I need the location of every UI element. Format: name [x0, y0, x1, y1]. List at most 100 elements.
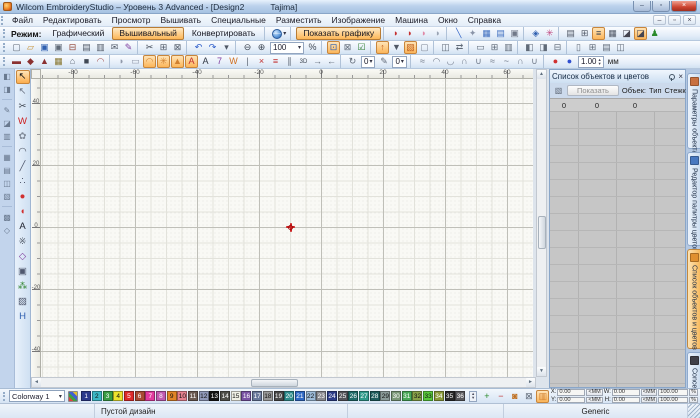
horizontal-scrollbar[interactable]: ◄ ► [31, 377, 536, 388]
petal-hatched-icon[interactable]: ◗ [403, 27, 416, 40]
color-swatch[interactable]: 2 [91, 391, 102, 401]
toolbar-icon[interactable]: ▯ [572, 41, 585, 54]
color-swatch[interactable]: 16 [241, 391, 252, 401]
panel-mode-icon[interactable]: ▧ [553, 85, 564, 96]
cut-icon[interactable]: ✂ [143, 41, 156, 54]
no-fill-icon[interactable]: ⊠ [522, 390, 535, 403]
column-header-object[interactable]: Объек: [622, 86, 646, 95]
toolbar-icon[interactable] [186, 41, 190, 54]
close-button[interactable]: × [671, 1, 697, 12]
color-swatch[interactable]: 28 [369, 391, 380, 401]
toolbar-icon[interactable] [517, 41, 521, 54]
dock-tool-icon[interactable]: ◫ [1, 178, 13, 190]
scroll-right-icon[interactable]: ► [526, 378, 535, 387]
red-dot-icon[interactable]: ● [549, 55, 562, 68]
color-swatch[interactable]: 20 [284, 391, 295, 401]
print-preview-icon[interactable]: ▥ [94, 41, 107, 54]
color-swatch[interactable]: 32 [412, 391, 423, 401]
size-field[interactable]: 0.00 [611, 389, 640, 396]
h-tool-icon[interactable]: H [16, 310, 30, 324]
color-swatch[interactable]: 1 [81, 391, 92, 401]
stitch-type-icon[interactable]: ~ [500, 55, 513, 68]
color-swatch[interactable]: 27 [359, 391, 370, 401]
color-swatch[interactable]: 23 [316, 391, 327, 401]
percent-button[interactable]: % [689, 389, 698, 396]
stitch-type-icon[interactable]: ∩ [514, 55, 527, 68]
dock-tool-icon[interactable]: ◇ [1, 225, 13, 237]
dock-tool-icon[interactable]: ◨ [1, 84, 13, 96]
mm-button[interactable]: <ММ [640, 389, 658, 396]
toolbar-icon[interactable]: ▲ [38, 55, 51, 68]
lines-red-icon[interactable]: ≡ [269, 55, 282, 68]
scroll-left-icon[interactable]: ◄ [32, 378, 41, 387]
tab-object-color-list[interactable]: Список объектов и цветов [687, 249, 700, 350]
dock-tool-icon[interactable]: ▦ [1, 152, 13, 164]
filter-icon[interactable]: ▼ [390, 41, 403, 54]
stitch-length-field[interactable]: 1.00 ▴ ▾ [577, 55, 604, 68]
select-tool-icon[interactable]: ↖ [15, 70, 30, 84]
dock-tool-icon[interactable]: ▧ [1, 191, 13, 203]
toolbar-icon[interactable]: ▦ [52, 55, 65, 68]
branch-icon[interactable]: ⁂ [16, 280, 30, 294]
color-swatch[interactable]: 17 [252, 391, 263, 401]
toolbar-icon[interactable]: ▥ [502, 41, 515, 54]
dock-tool-icon[interactable]: ◧ [1, 71, 13, 83]
color-swatch[interactable]: 6 [134, 391, 145, 401]
color-swatch[interactable]: 8 [155, 391, 166, 401]
toolbar-icon[interactable] [523, 27, 527, 40]
petal-empty-icon[interactable]: ◗ [431, 27, 444, 40]
color-swatch[interactable]: 14 [220, 391, 231, 401]
star-fill-icon[interactable]: ✳ [157, 55, 170, 68]
frame-icon[interactable]: ▢ [418, 41, 431, 54]
color-swatch[interactable]: 3 [102, 391, 113, 401]
menu-view[interactable]: Просмотр [107, 15, 156, 25]
design-icon[interactable]: ◈ [529, 27, 542, 40]
menu-image[interactable]: Изображение [327, 15, 391, 25]
petal-outline-icon[interactable]: ◗ [417, 27, 430, 40]
folder-dark2-icon[interactable]: ◪ [634, 27, 648, 40]
color-swatch[interactable]: 36 [455, 391, 466, 401]
toolbar-icon[interactable]: | [241, 55, 254, 68]
mdi-restore-button[interactable]: ▫ [668, 15, 681, 25]
color-swatch[interactable]: 22 [305, 391, 316, 401]
dock-tool-icon[interactable]: ▩ [1, 212, 13, 224]
copy-icon[interactable]: ⊞ [157, 41, 170, 54]
toolbar-icon[interactable] [340, 55, 344, 68]
redo-icon[interactable]: ↷ [206, 41, 219, 54]
toolbar-icon[interactable]: ▤ [600, 41, 613, 54]
hoop-globe-button[interactable]: ▾ [272, 28, 286, 39]
stitch-type-icon[interactable]: ∪ [528, 55, 541, 68]
printer-icon[interactable]: ▤ [564, 27, 577, 40]
color-swatch[interactable]: 11 [188, 391, 199, 401]
zoom-percent-icon[interactable]: % [306, 41, 319, 54]
stitch-type-icon[interactable]: ◡ [444, 55, 457, 68]
color-swatch[interactable]: 30 [391, 391, 402, 401]
tab-color-palette-editor[interactable]: Редактор палитры цветов [687, 152, 700, 252]
stitch-type-icon[interactable]: ≈ [416, 55, 429, 68]
remove-color-icon[interactable]: − [494, 390, 507, 403]
color-swatch[interactable]: 19 [273, 391, 284, 401]
color-swatch[interactable]: 33 [423, 391, 434, 401]
dock-tool-icon[interactable] [2, 99, 12, 103]
pen-icon[interactable]: ✎ [122, 41, 135, 54]
toolbar-icon[interactable]: ◫ [614, 41, 627, 54]
delete-icon[interactable]: × [255, 55, 268, 68]
home-icon[interactable]: ⌂ [66, 55, 79, 68]
horizontal-scroll-thumb[interactable] [251, 378, 298, 387]
toolbar-icon[interactable]: ◨ [537, 41, 550, 54]
hatch-icon[interactable]: ▨ [16, 295, 30, 309]
menu-stitch[interactable]: Вышивать [155, 15, 206, 25]
toolbar-icon[interactable]: ∥ [283, 55, 296, 68]
seven-icon[interactable]: 7 [213, 55, 226, 68]
toolbar-icon[interactable] [370, 41, 374, 54]
triangle-fill-icon[interactable]: ▲ [171, 55, 184, 68]
embroidery-mode-button[interactable]: Вышивальный [112, 27, 184, 40]
color-swatch[interactable]: 24 [326, 391, 337, 401]
pen-icon[interactable]: ✎ [377, 55, 390, 68]
dock-tool-icon[interactable]: ◪ [1, 118, 13, 130]
toolbar-icon[interactable] [566, 41, 570, 54]
pin-icon[interactable] [668, 73, 676, 81]
menu-arrange[interactable]: Разместить [271, 15, 327, 25]
convert-mode-button[interactable]: Конвертировать [185, 27, 262, 40]
toolbar-icon[interactable] [235, 41, 239, 54]
